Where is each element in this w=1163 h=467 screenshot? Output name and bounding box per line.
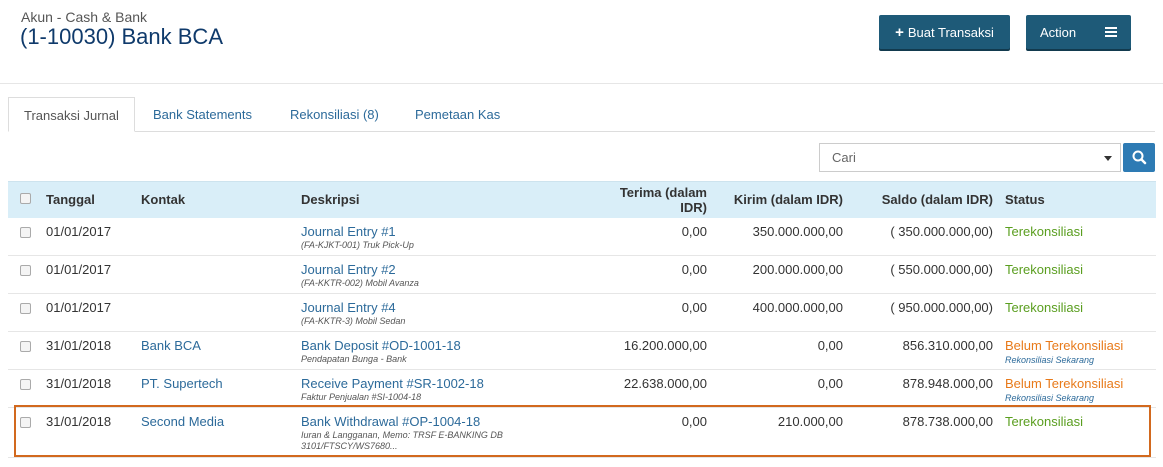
row-terima: 16.200.000,00	[623, 338, 707, 353]
action-label: Action	[1040, 24, 1077, 40]
page-title: (1-10030) Bank BCA	[20, 24, 223, 49]
row-checkbox[interactable]	[20, 379, 31, 390]
action-button[interactable]: Action	[1026, 15, 1131, 49]
row-kirim: 350.000.000,00	[752, 223, 843, 239]
row-saldo: 878.948.000,00	[902, 376, 993, 391]
row-checkbox[interactable]	[20, 341, 31, 352]
row-contact[interactable]	[141, 256, 301, 294]
search-input[interactable]: Cari	[819, 143, 1121, 172]
row-description-note: (FA-KKTR-3) Mobil Sedan	[301, 316, 406, 326]
row-kirim: 400.000.000,00	[752, 300, 843, 315]
row-description-link[interactable]: Receive Payment #SR-1002-18	[301, 376, 591, 391]
row-checkbox[interactable]	[20, 303, 31, 314]
status-badge: Terekonsiliasi	[1005, 262, 1084, 277]
tab-pemetaan-kas[interactable]: Pemetaan Kas	[400, 97, 515, 132]
row-date: 01/01/2017	[46, 223, 112, 239]
row-date: 01/01/2017	[46, 300, 112, 315]
row-contact[interactable]: PT. Supertech	[141, 370, 301, 408]
tab-transaksi-jurnal[interactable]: Transaksi Jurnal	[8, 97, 135, 132]
tab-rekonsiliasi[interactable]: Rekonsiliasi (8)	[275, 97, 394, 132]
row-kirim: 200.000.000,00	[752, 262, 843, 277]
status-badge: Terekonsiliasi	[1005, 223, 1084, 239]
row-kirim: 210.000,00	[777, 414, 843, 429]
reconcile-now-link[interactable]: Rekonsiliasi Sekarang	[1005, 393, 1156, 403]
row-saldo: ( 550.000.000,00)	[890, 262, 993, 277]
row-description-link[interactable]: Journal Entry #1	[301, 224, 591, 239]
status-badge: Belum Terekonsiliasi	[1005, 338, 1124, 353]
row-terima: 0,00	[681, 414, 707, 429]
tab-bank-statements[interactable]: Bank Statements	[138, 97, 267, 132]
status-badge: Terekonsiliasi	[1005, 414, 1084, 429]
row-description-link[interactable]: Bank Deposit #OD-1001-18	[301, 338, 591, 353]
row-checkbox[interactable]	[20, 226, 31, 238]
row-date: 31/01/2018	[46, 376, 112, 391]
row-terima: 0,00	[681, 300, 707, 315]
table-row: 31/01/2018 Bank BCA Bank Deposit #OD-100…	[8, 332, 1156, 370]
row-date: 31/01/2018	[46, 338, 112, 353]
row-contact[interactable]	[141, 218, 301, 256]
row-terima: 22.638.000,00	[623, 376, 707, 391]
create-transaction-label: Buat Transaksi	[907, 24, 994, 40]
table-row: 01/01/2017 Journal Entry #2 (FA-KKTR-002)…	[8, 256, 1156, 294]
row-date: 01/01/2017	[46, 262, 112, 277]
col-deskripsi[interactable]: Deskripsi	[301, 181, 591, 218]
col-tanggal[interactable]: Tanggal	[46, 181, 141, 218]
status-badge: Belum Terekonsiliasi	[1005, 376, 1124, 391]
select-all-checkbox[interactable]	[20, 193, 31, 205]
row-description-link[interactable]: Journal Entry #2	[301, 262, 591, 277]
row-description-note: (FA-KKTR-002) Mobil Avanza	[301, 278, 419, 288]
col-terima[interactable]: Terima (dalam IDR)	[591, 181, 719, 218]
row-saldo: ( 350.000.000,00)	[890, 223, 993, 239]
status-badge: Terekonsiliasi	[1005, 300, 1084, 315]
row-saldo: ( 950.000.000,00)	[890, 300, 993, 315]
row-contact[interactable]: Second Media	[141, 408, 301, 458]
row-description-note: Pendapatan Bunga - Bank	[301, 354, 407, 364]
row-saldo: 856.310.000,00	[902, 338, 993, 353]
hamburger-menu-icon	[1105, 27, 1117, 39]
table-row: 01/01/2017 Journal Entry #1 (FA-KJKT-001)…	[8, 218, 1156, 256]
row-contact[interactable]	[141, 294, 301, 332]
row-contact[interactable]: Bank BCA	[141, 332, 301, 370]
row-checkbox[interactable]	[20, 417, 31, 428]
row-terima: 0,00	[681, 223, 707, 239]
reconcile-now-link[interactable]: Rekonsiliasi Sekarang	[1005, 355, 1156, 365]
row-description-note: Iuran & Langganan, Memo: TRSF E-BANKING …	[301, 430, 503, 451]
row-kirim: 0,00	[817, 338, 843, 353]
table-row: 31/01/2018 Second Media Bank Withdrawal …	[8, 408, 1156, 458]
row-saldo: 878.738.000,00	[902, 414, 993, 429]
transactions-table: Tanggal Kontak Deskripsi Terima (dalam I…	[8, 181, 1156, 458]
row-description-note: (FA-KJKT-001) Truk Pick-Up	[301, 239, 414, 250]
search-icon	[1132, 150, 1147, 165]
row-description-link[interactable]: Journal Entry #4	[301, 300, 591, 315]
col-kontak[interactable]: Kontak	[141, 181, 301, 218]
plus-icon: +	[895, 23, 904, 41]
page-header: Akun - Cash & Bank (1-10030) Bank BCA + …	[0, 0, 1163, 84]
row-terima: 0,00	[681, 262, 707, 277]
row-kirim: 0,00	[817, 376, 843, 391]
row-checkbox[interactable]	[20, 265, 31, 276]
tab-bar: Transaksi Jurnal Bank Statements Rekonsi…	[8, 97, 1155, 132]
table-row: 31/01/2018 PT. Supertech Receive Payment…	[8, 370, 1156, 408]
chevron-down-icon	[1104, 156, 1112, 161]
row-description-note: Faktur Penjualan #SI-1004-18	[301, 392, 422, 402]
row-date: 31/01/2018	[46, 414, 112, 429]
col-saldo[interactable]: Saldo (dalam IDR)	[855, 181, 1005, 218]
account-type: Akun - Cash & Bank	[21, 9, 148, 25]
create-transaction-button[interactable]: + Buat Transaksi	[879, 15, 1010, 49]
search-button[interactable]	[1123, 143, 1155, 172]
table-header-row: Tanggal Kontak Deskripsi Terima (dalam I…	[8, 181, 1156, 218]
search-placeholder: Cari	[832, 150, 856, 165]
table-row: 01/01/2017 Journal Entry #4 (FA-KKTR-3) M…	[8, 294, 1156, 332]
col-status[interactable]: Status	[1005, 181, 1156, 218]
row-description-link[interactable]: Bank Withdrawal #OP-1004-18	[301, 414, 591, 429]
col-kirim[interactable]: Kirim (dalam IDR)	[719, 181, 855, 218]
